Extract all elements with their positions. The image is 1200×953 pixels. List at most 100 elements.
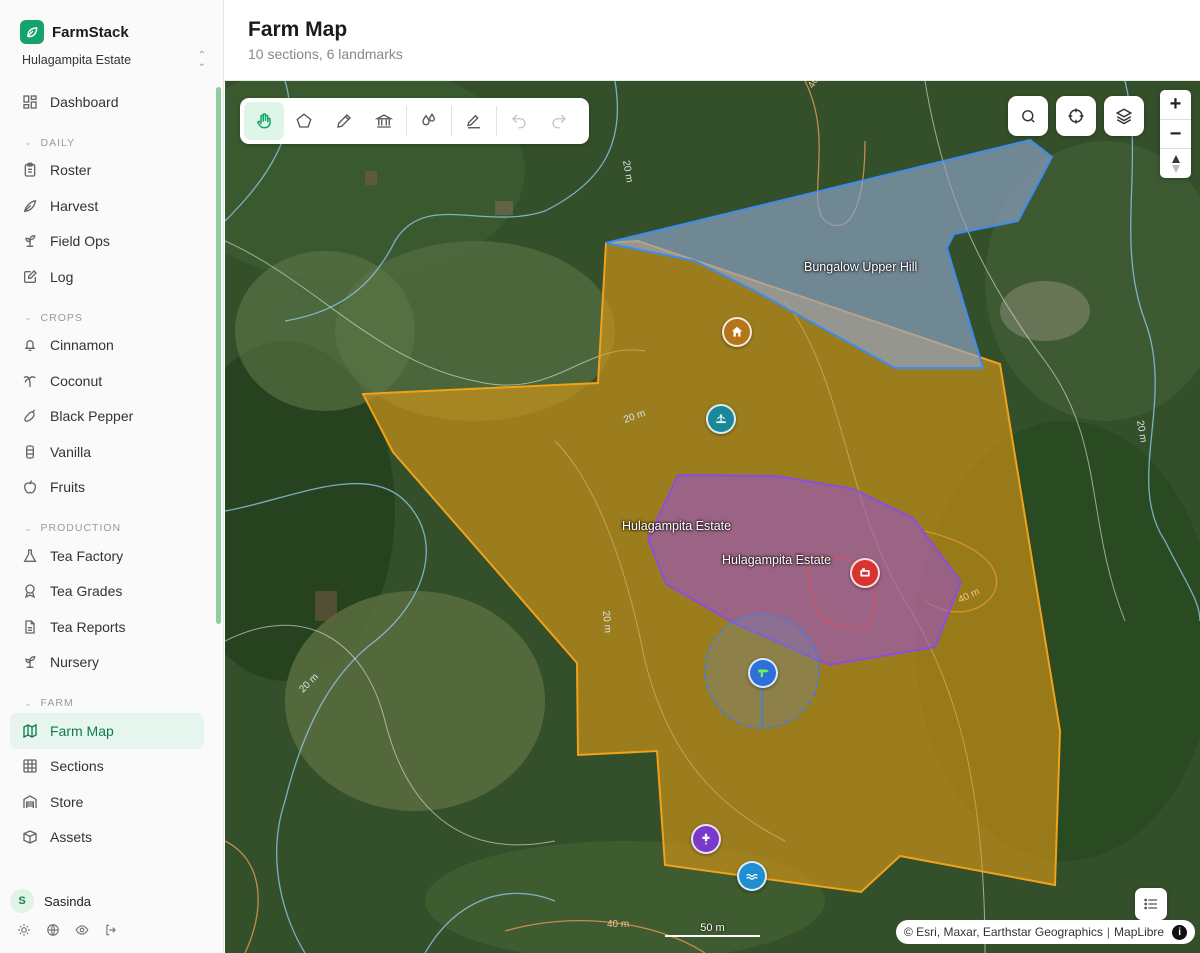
farm-map[interactable]: 20 m 20 m 20 m 20 m 20 m 40 m 40 m 40 m … — [225, 81, 1200, 953]
contour-label: 20 m — [600, 610, 613, 633]
compass-icon — [1171, 154, 1180, 173]
draw-line-tool[interactable] — [324, 102, 364, 140]
tap-icon — [702, 833, 710, 845]
award-icon — [24, 584, 36, 599]
sprout-icon — [25, 235, 36, 248]
sidebar-item-dashboard[interactable]: Dashboard — [10, 84, 204, 120]
toolbar-divider — [496, 106, 497, 136]
sidebar-item-fruits[interactable]: Fruits — [10, 470, 204, 506]
attribution-sources: © Esri, Maxar, Earthstar Geographics — [904, 925, 1103, 939]
sidebar-item-tea-reports[interactable]: Tea Reports — [10, 609, 204, 645]
app-name: FarmStack — [52, 23, 129, 41]
generator-icon — [860, 568, 870, 577]
sidebar-item-harvest[interactable]: Harvest — [10, 188, 204, 224]
water-pump-landmark[interactable] — [748, 658, 778, 688]
map-search-button[interactable] — [1008, 96, 1048, 136]
sidebar-item-farm-map[interactable]: Farm Map — [10, 713, 204, 749]
pepper-icon — [24, 409, 36, 423]
wave-landmark[interactable] — [737, 861, 767, 891]
nav-section-crops[interactable]: ⌄ CROPS — [10, 308, 204, 328]
fountain-landmark[interactable] — [706, 404, 736, 434]
warehouse-icon — [23, 794, 37, 808]
sidebar-item-field-ops[interactable]: Field Ops — [10, 224, 204, 260]
section-label-bungalow[interactable]: Bungalow Upper Hill — [804, 260, 917, 274]
water-pump-icon — [758, 669, 769, 678]
compass-button[interactable] — [1160, 149, 1191, 178]
tap-landmark[interactable] — [691, 824, 721, 854]
wave-icon — [746, 873, 758, 880]
redo-button[interactable] — [539, 102, 579, 140]
globe-icon[interactable] — [45, 922, 61, 938]
sidebar-item-sections[interactable]: Sections — [10, 749, 204, 785]
sidebar-item-vanilla[interactable]: Vanilla — [10, 434, 204, 470]
info-icon[interactable]: i — [1172, 924, 1188, 940]
sidebar-scrollbar[interactable] — [216, 87, 221, 624]
locate-button[interactable] — [1056, 96, 1096, 136]
pan-tool[interactable] — [244, 102, 284, 140]
polygon-tool[interactable] — [284, 102, 324, 140]
toolbar-divider — [406, 106, 407, 136]
palm-icon — [23, 375, 36, 387]
page-title: Farm Map — [248, 18, 348, 41]
brand[interactable]: FarmStack — [20, 20, 129, 44]
apple-icon — [23, 480, 37, 494]
layers-icon — [1115, 108, 1133, 125]
zoom-out-button[interactable]: − — [1160, 120, 1191, 150]
sidebar-item-assets[interactable]: Assets — [10, 820, 204, 856]
chevron-up-down-icon: ⌃ ⌄ — [197, 50, 206, 69]
nav-section-production[interactable]: ⌄ PRODUCTION — [10, 518, 204, 538]
droplets-icon — [422, 112, 435, 126]
grid-icon — [23, 759, 37, 773]
sidebar: FarmStack Hulagampita Estate ⌃ ⌄ Dashboar… — [0, 0, 224, 953]
estate-switcher[interactable]: Hulagampita Estate ⌃ ⌄ — [22, 50, 206, 69]
map-draw-toolbar — [240, 98, 589, 144]
sidebar-item-tea-factory[interactable]: Tea Factory — [10, 538, 204, 574]
sidebar-item-cinnamon[interactable]: Cinnamon — [10, 328, 204, 364]
edit-tool[interactable] — [454, 102, 494, 140]
maplibre-link[interactable]: MapLibre — [1114, 925, 1164, 939]
map-attribution: © Esri, Maxar, Earthstar Geographics | M… — [896, 920, 1196, 944]
sidebar-item-coconut[interactable]: Coconut — [10, 363, 204, 399]
user-profile[interactable]: S Sasinda — [10, 889, 91, 913]
contour-label: 40 m — [607, 919, 629, 930]
chevron-down-icon: ⌄ — [24, 312, 33, 322]
pentagon-icon — [296, 113, 312, 128]
sun-icon[interactable] — [16, 922, 32, 938]
list-icon — [1144, 898, 1157, 910]
map-scale-bar: 50 m — [665, 922, 760, 937]
pencil-icon — [337, 114, 351, 128]
sidebar-item-nursery[interactable]: Nursery — [10, 645, 204, 681]
sidebar-item-log[interactable]: Log — [10, 259, 204, 295]
undo-button[interactable] — [499, 102, 539, 140]
generator-landmark[interactable] — [850, 558, 880, 588]
toolbar-divider — [451, 106, 452, 136]
nav-section-farm[interactable]: ⌄ FARM — [10, 693, 204, 713]
house-landmark[interactable] — [722, 317, 752, 347]
sprout-icon — [25, 656, 36, 669]
undo-icon — [512, 114, 526, 129]
sidebar-item-label: Dashboard — [50, 93, 119, 110]
sidebar-item-roster[interactable]: Roster — [10, 153, 204, 189]
eye-icon[interactable] — [74, 922, 90, 938]
leaf-icon — [23, 199, 37, 212]
water-tool[interactable] — [409, 102, 449, 140]
sidebar-nav: Dashboard ⌄ DAILY Roster Harvest Field Op… — [10, 84, 204, 855]
package-icon — [23, 830, 37, 844]
satellite-basemap[interactable]: 20 m 20 m 20 m 20 m 20 m 40 m 40 m 40 m — [225, 81, 1200, 953]
landmark-tool[interactable] — [364, 102, 404, 140]
logout-icon[interactable] — [103, 922, 119, 938]
sidebar-item-tea-grades[interactable]: Tea Grades — [10, 574, 204, 610]
layers-button[interactable] — [1104, 96, 1144, 136]
redo-icon — [552, 114, 566, 129]
section-label-estate-inner[interactable]: Hulagampita Estate — [722, 553, 831, 567]
flask-icon — [23, 549, 37, 562]
nav-section-daily[interactable]: ⌄ DAILY — [10, 133, 204, 153]
section-label-estate[interactable]: Hulagampita Estate — [622, 519, 731, 533]
sidebar-item-black-pepper[interactable]: Black Pepper — [10, 399, 204, 435]
hand-icon — [257, 113, 271, 129]
chevron-down-icon: ⌄ — [24, 522, 33, 533]
legend-button[interactable] — [1135, 888, 1167, 920]
sidebar-item-store[interactable]: Store — [10, 784, 204, 820]
user-name: Sasinda — [44, 893, 91, 909]
zoom-in-button[interactable]: + — [1160, 90, 1191, 120]
